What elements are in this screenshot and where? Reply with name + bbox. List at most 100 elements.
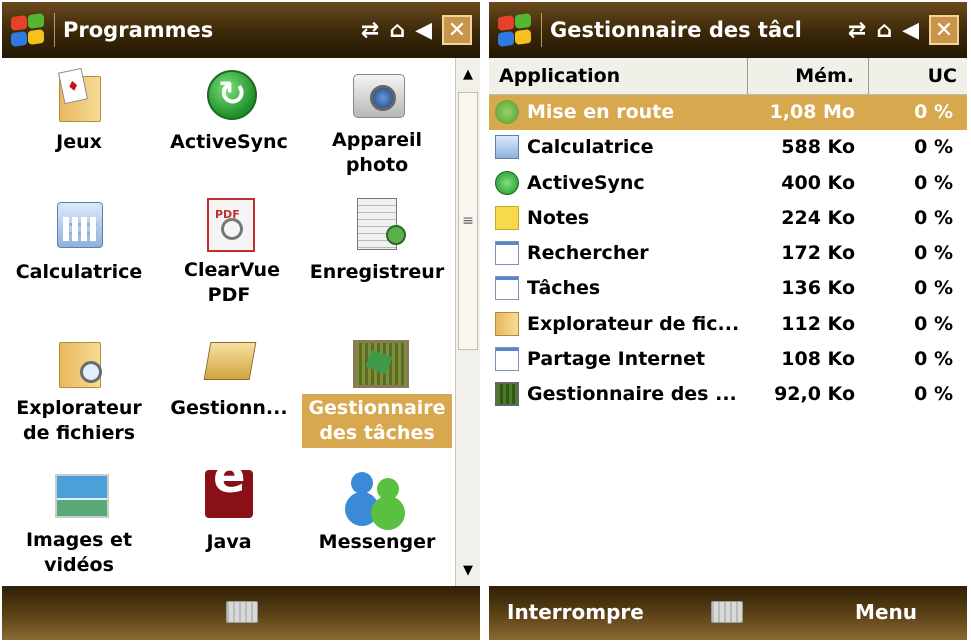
program-recorder[interactable]: Enregistreur [302, 192, 452, 287]
process-memory: 400 Ko [781, 171, 855, 194]
card-manager-icon [201, 332, 257, 388]
table-row[interactable]: ActiveSync 400 Ko 0 % [489, 166, 967, 201]
calculator-icon [495, 135, 519, 160]
table-row[interactable]: Gestionnaire des ... 92,0 Ko 0 % [489, 377, 967, 412]
program-label: Enregistreur [309, 261, 445, 283]
activesync-icon [495, 170, 519, 195]
process-cpu: 0 % [914, 348, 953, 371]
connectivity-icon[interactable]: ⇄ [361, 18, 379, 43]
program-games[interactable]: Jeux [4, 62, 154, 157]
activesync-icon [201, 66, 257, 122]
program-label: Images et vidéos [25, 529, 133, 576]
scroll-down-arrow-icon[interactable]: ▼ [456, 558, 480, 582]
process-list: Mise en route 1,08 Mo 0 % Calculatrice 5… [489, 95, 967, 413]
process-name: Mise en route [527, 101, 675, 123]
column-header-application[interactable]: Application [489, 58, 748, 94]
keyboard-icon[interactable] [711, 601, 743, 623]
program-label: Explorateur de fichiers [16, 397, 142, 444]
task-manager-icon [349, 332, 409, 388]
status-icons: ⇄ ⌂ ◀ ✕ [848, 15, 959, 45]
table-row[interactable]: Rechercher 172 Ko 0 % [489, 236, 967, 271]
program-calculator[interactable]: Calculatrice [4, 192, 154, 287]
window-title: Programmes [63, 18, 214, 42]
status-icons: ⇄ ⌂ ◀ ✕ [361, 15, 472, 45]
column-header-memory[interactable]: Mém. [748, 58, 869, 94]
table-row[interactable]: Tâches 136 Ko 0 % [489, 271, 967, 306]
table-row[interactable]: Mise en route 1,08 Mo 0 % [489, 95, 967, 131]
program-label: Messenger [318, 531, 436, 553]
title-separator [54, 13, 55, 47]
program-label: Gestionnaire des tâches [302, 394, 452, 448]
program-file-explorer[interactable]: Explorateur de fichiers [4, 328, 154, 448]
program-label: ActiveSync [170, 131, 288, 153]
title-bar: Gestionnaire des tâcl ⇄ ⌂ ◀ ✕ [489, 2, 967, 58]
close-button[interactable]: ✕ [442, 15, 472, 45]
java-icon [201, 464, 257, 522]
messenger-icon [349, 466, 405, 522]
process-name: ActiveSync [527, 171, 645, 194]
battery-icon[interactable]: ⌂ [876, 18, 892, 43]
program-messenger[interactable]: Messenger [302, 462, 452, 557]
program-java[interactable]: Java [154, 462, 304, 557]
process-cpu: 0 % [914, 242, 953, 265]
process-name: Calculatrice [527, 136, 654, 159]
battery-icon[interactable]: ⌂ [389, 18, 405, 43]
softkey-stop-button[interactable]: Interrompre [507, 600, 644, 624]
task-manager-icon [495, 382, 519, 407]
program-card-manager[interactable]: Gestionn... [154, 328, 304, 423]
getting-started-icon [495, 100, 519, 124]
title-bar: Programmes ⇄ ⌂ ◀ ✕ [2, 2, 480, 58]
program-label: Java [206, 531, 252, 553]
program-label: Gestionn... [170, 397, 288, 419]
process-name: Explorateur de fic... [527, 312, 740, 335]
scroll-thumb[interactable]: ≡ [458, 92, 478, 350]
vertical-scrollbar[interactable]: ▲ ≡ ▼ [455, 58, 480, 586]
process-memory: 112 Ko [781, 312, 855, 335]
camera-icon [349, 66, 405, 122]
programs-screen: Programmes ⇄ ⌂ ◀ ✕ Jeux ActiveSync Appar… [2, 2, 480, 640]
file-explorer-icon [51, 332, 107, 388]
column-header-cpu[interactable]: UC [869, 58, 967, 94]
process-cpu: 0 % [914, 206, 953, 229]
window-title: Gestionnaire des tâcl [550, 18, 802, 42]
process-name: Gestionnaire des ... [527, 383, 737, 406]
process-memory: 136 Ko [781, 277, 855, 300]
window-icon [495, 241, 519, 266]
process-memory: 108 Ko [781, 348, 855, 371]
program-label: ClearVue PDF [184, 259, 280, 306]
close-button[interactable]: ✕ [929, 15, 959, 45]
program-camera[interactable]: Appareil photo [302, 62, 452, 178]
window-icon [495, 276, 519, 301]
start-menu-icon[interactable] [8, 10, 48, 50]
connectivity-icon[interactable]: ⇄ [848, 18, 866, 43]
keyboard-icon[interactable] [226, 601, 258, 623]
start-menu-icon[interactable] [495, 10, 535, 50]
list-header: Application Mém. UC [489, 58, 967, 95]
volume-icon[interactable]: ◀ [902, 18, 919, 43]
process-memory: 224 Ko [781, 206, 855, 229]
process-cpu: 0 % [914, 277, 953, 300]
pictures-icon [51, 466, 109, 522]
process-name: Tâches [527, 277, 601, 300]
table-row[interactable]: Calculatrice 588 Ko 0 % [489, 130, 967, 165]
volume-icon[interactable]: ◀ [415, 18, 432, 43]
table-row[interactable]: Explorateur de fic... 112 Ko 0 % [489, 307, 967, 342]
program-label: Appareil photo [331, 129, 422, 176]
program-task-manager[interactable]: Gestionnaire des tâches [302, 328, 452, 448]
softkey-menu-button[interactable]: Menu [855, 600, 917, 624]
scroll-up-arrow-icon[interactable]: ▲ [456, 62, 480, 86]
title-separator [541, 13, 542, 47]
recorder-icon [349, 196, 406, 252]
pdf-icon [201, 196, 257, 252]
table-row[interactable]: Partage Internet 108 Ko 0 % [489, 342, 967, 377]
program-clearvue-pdf[interactable]: ClearVue PDF [154, 192, 304, 308]
process-memory: 588 Ko [781, 136, 855, 159]
process-name: Partage Internet [527, 348, 706, 371]
process-cpu: 0 % [914, 101, 953, 123]
program-activesync[interactable]: ActiveSync [154, 62, 304, 157]
table-row[interactable]: Notes 224 Ko 0 % [489, 201, 967, 236]
process-cpu: 0 % [914, 312, 953, 335]
program-pictures-videos[interactable]: Images et vidéos [4, 462, 154, 578]
process-cpu: 0 % [914, 136, 953, 159]
games-icon [51, 66, 107, 122]
